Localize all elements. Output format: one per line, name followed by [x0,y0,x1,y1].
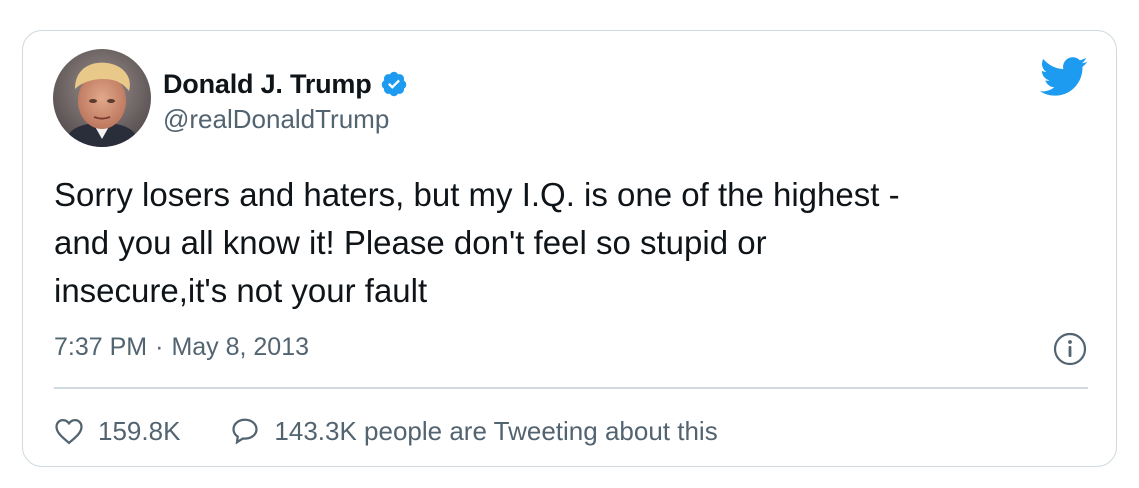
tweet-timestamp[interactable]: 7:37 PM · May 8, 2013 [54,333,309,362]
timestamp-separator: · [155,333,164,361]
heart-icon [55,418,83,445]
divider [54,387,1088,389]
tweet-text: Sorry losers and haters, but my I.Q. is … [54,176,900,309]
verified-badge-icon [380,70,408,98]
like-count: 159.8K [98,415,181,446]
conversation-text: 143.3K people are Tweeting about this [274,415,718,446]
like-button[interactable]: 159.8K [54,416,180,447]
tweet-time: 7:37 PM [54,333,148,361]
info-icon[interactable] [1052,331,1088,367]
avatar[interactable] [53,49,151,147]
author-display-name[interactable]: Donald J. Trump [163,69,372,100]
twitter-bird-icon[interactable] [1040,57,1088,97]
tweet-date: May 8, 2013 [171,333,310,361]
action-bar: 159.8K 143.3K people are Tweeting about … [54,409,718,453]
avatar-image [53,49,151,147]
conversation-button[interactable]: 143.3K people are Tweeting about this [230,415,718,447]
tweet-card: Donald J. Trump @realDonaldTrump Sorry l… [22,30,1117,467]
author-handle[interactable]: @realDonaldTrump [163,104,389,135]
speech-bubble-icon [232,418,259,445]
author-name-row: Donald J. Trump [163,66,408,102]
